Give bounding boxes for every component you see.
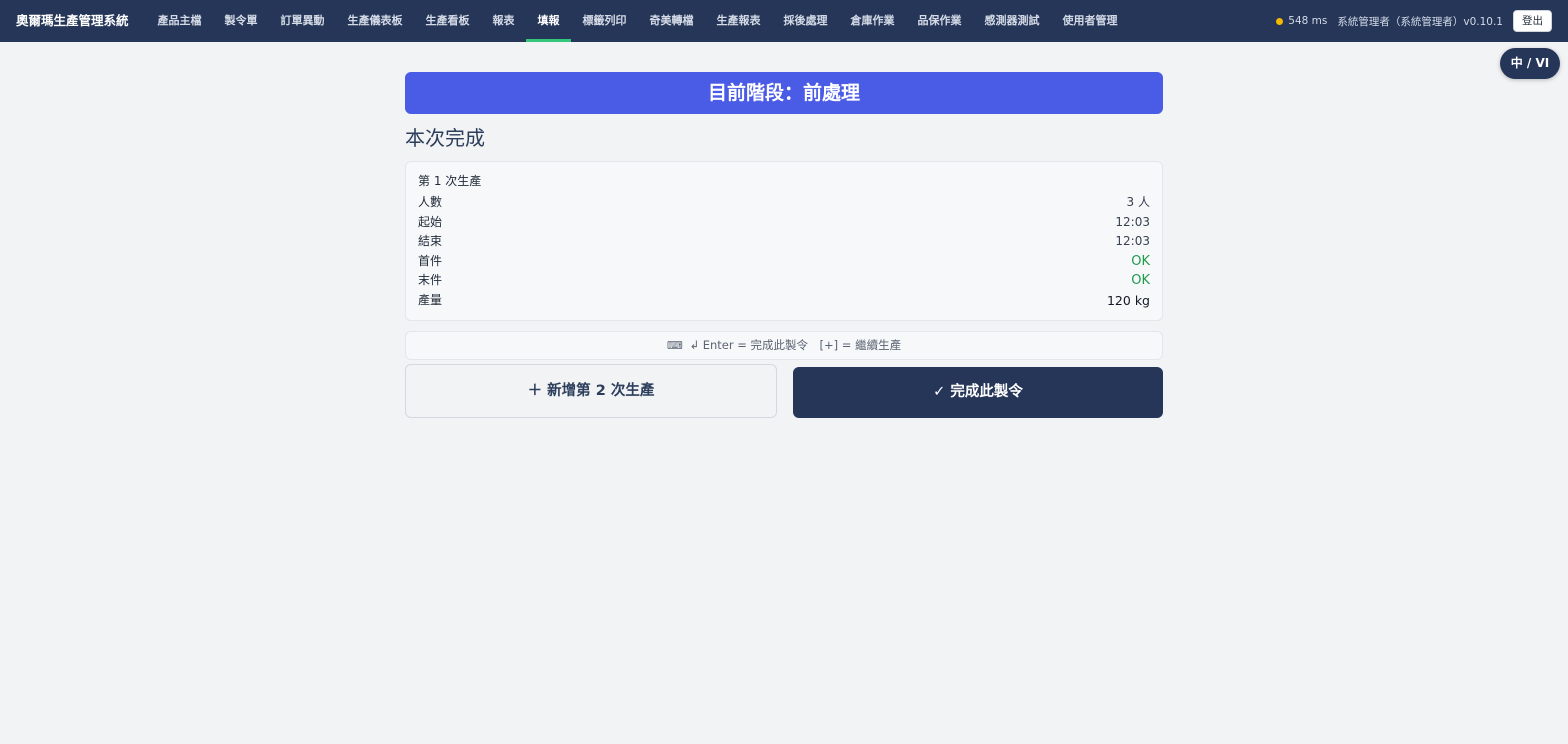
run-title: 第 1 次生產 (418, 174, 482, 188)
nav-item-warehouse[interactable]: 倉庫作業 (839, 0, 906, 42)
summary-row-output: 產量 120 kg (418, 291, 1150, 311)
summary-label: 人數 (418, 195, 443, 209)
nav-item-label-print[interactable]: 標籤列印 (571, 0, 638, 42)
nav-item-post-harvest[interactable]: 採後處理 (772, 0, 839, 42)
summary-value: 12:03 (1115, 234, 1150, 248)
last-piece-status-badge: OK (1131, 273, 1150, 288)
production-summary-card: 第 1 次生產 人數 3 人 起始 12:03 結束 12:03 首件 OK 末… (405, 161, 1163, 321)
summary-label: 末件 (418, 273, 443, 287)
app-title[interactable]: 奧爾瑪生產管理系統 (16, 0, 129, 42)
summary-label: 起始 (418, 214, 443, 229)
current-stage-banner: 目前階段：前處理 (405, 72, 1163, 114)
connection-status-dot (1276, 17, 1284, 25)
summary-row-headcount: 人數 3 人 (418, 193, 1150, 213)
action-buttons: ＋ 新增第 2 次生產 ✓ 完成此製令 (405, 364, 1163, 420)
summary-row-start: 起始 12:03 (418, 213, 1150, 233)
top-navbar: 奧爾瑪生產管理系統 產品主檔 製令單 訂單異動 生產儀表板 生產看板 報表 填報… (0, 0, 1568, 42)
summary-label: 首件 (418, 253, 443, 268)
keyboard-hint-text: ↲ Enter = 完成此製令 [+] = 繼續生產 (689, 338, 902, 352)
latency-readout: 548 ms (1288, 15, 1328, 27)
current-user: 系統管理者（系統管理者）v0.10.1 (1337, 15, 1503, 28)
nav-item-fill-report[interactable]: 填報 (526, 0, 571, 42)
first-piece-status-badge: OK (1131, 253, 1150, 269)
add-production-run-button[interactable]: ＋ 新增第 2 次生產 (405, 364, 777, 418)
status-area: 548 ms 系統管理者（系統管理者）v0.10.1 登出 (1276, 0, 1552, 42)
summary-value: 12:03 (1115, 214, 1150, 229)
logout-button[interactable]: 登出 (1513, 10, 1552, 32)
keyboard-icon: ⌨ (666, 339, 683, 352)
nav-item-order-changes[interactable]: 訂單異動 (269, 0, 336, 42)
keyboard-hint-bar: ⌨ ↲ Enter = 完成此製令 [+] = 繼續生產 (405, 331, 1163, 360)
nav-item-sensor-test[interactable]: 感測器測試 (973, 0, 1051, 42)
summary-row-first-piece: 首件 OK (418, 252, 1150, 272)
nav-item-product-master[interactable]: 產品主檔 (146, 0, 213, 42)
nav-item-reports[interactable]: 報表 (481, 0, 526, 42)
summary-row-end: 結束 12:03 (418, 232, 1150, 252)
summary-row-last-piece: 末件 OK (418, 271, 1150, 291)
complete-work-order-button[interactable]: ✓ 完成此製令 (793, 367, 1163, 418)
nav-item-chimei-export[interactable]: 奇美轉檔 (638, 0, 705, 42)
nav-item-user-management[interactable]: 使用者管理 (1051, 0, 1129, 42)
summary-value: 3 人 (1126, 195, 1150, 209)
summary-label: 產量 (418, 292, 443, 307)
nav-item-production-report[interactable]: 生產報表 (705, 0, 772, 42)
language-toggle-button[interactable]: 中 / VI (1500, 48, 1560, 79)
main-nav: 產品主檔 製令單 訂單異動 生產儀表板 生產看板 報表 填報 標籤列印 奇美轉檔… (146, 0, 1129, 42)
main-content: 目前階段：前處理 本次完成 第 1 次生產 人數 3 人 起始 12:03 結束… (405, 72, 1163, 420)
section-title: 本次完成 (405, 126, 485, 150)
summary-value: 120 kg (1106, 292, 1150, 308)
nav-item-production-dashboard[interactable]: 生產儀表板 (336, 0, 414, 42)
nav-item-work-orders[interactable]: 製令單 (213, 0, 269, 42)
nav-item-production-board[interactable]: 生產看板 (414, 0, 481, 42)
nav-item-quality[interactable]: 品保作業 (906, 0, 973, 42)
summary-label: 結束 (418, 234, 443, 248)
